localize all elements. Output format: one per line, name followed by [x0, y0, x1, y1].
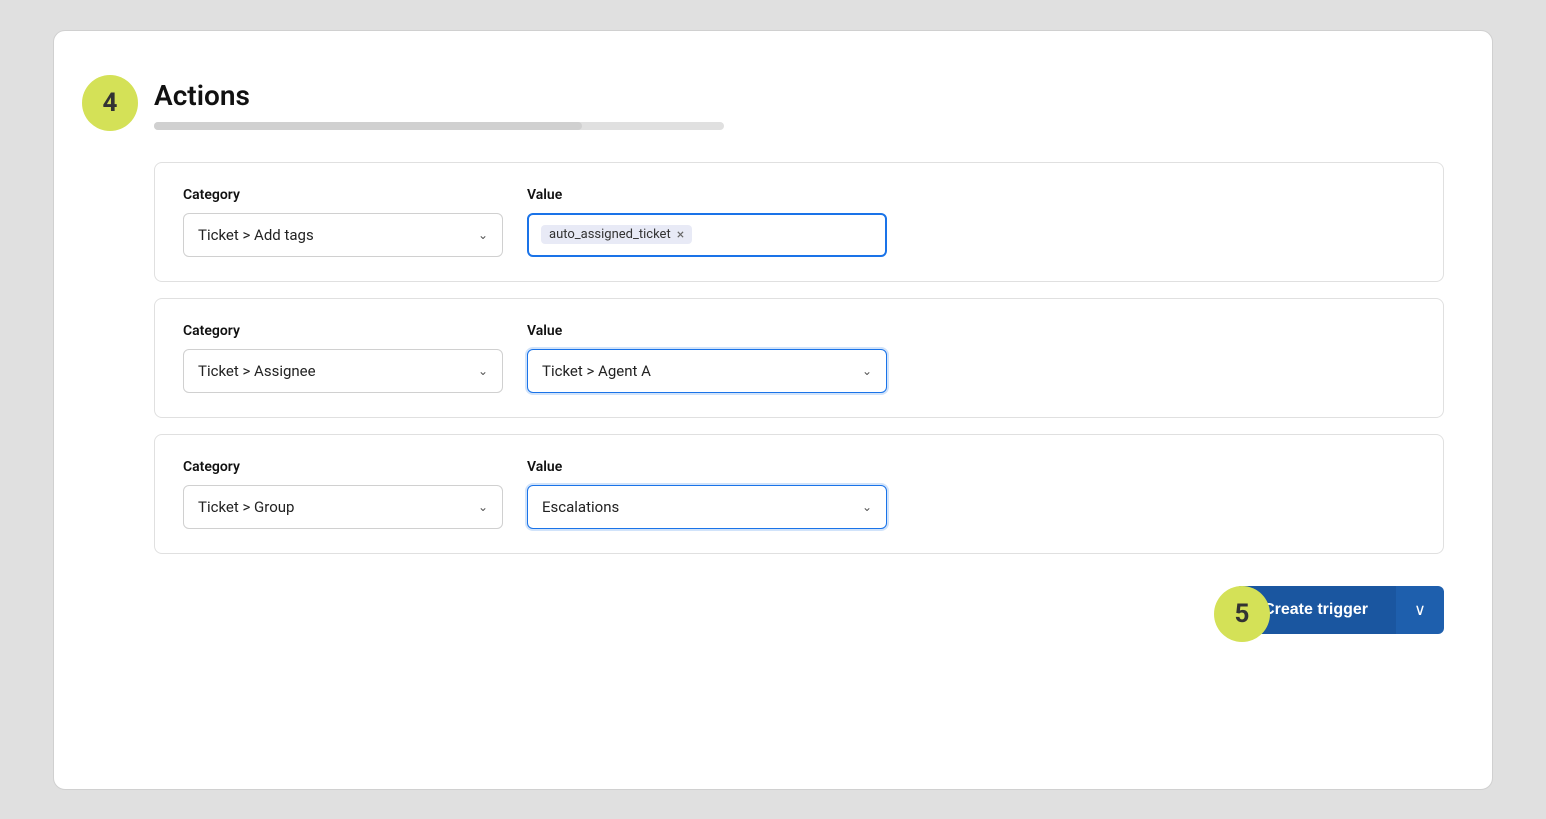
create-trigger-dropdown-button[interactable]: ∨ [1396, 586, 1444, 634]
step-5-badge: 5 [1214, 586, 1270, 642]
chevron-down-icon: ⌄ [862, 500, 872, 514]
progress-bar [154, 122, 724, 130]
tag-input-1[interactable]: auto_assigned_ticket × [527, 213, 887, 257]
category-label-3: Category [183, 459, 503, 475]
page-title: Actions [154, 79, 1444, 112]
category-group-2: Category Ticket > Assignee ⌄ [183, 323, 503, 393]
category-dropdown-2[interactable]: Ticket > Assignee ⌄ [183, 349, 503, 393]
footer: 5 Create trigger ∨ [154, 586, 1444, 634]
value-group-3: Value Escalations ⌄ [527, 459, 887, 529]
chevron-down-icon: ⌄ [478, 500, 488, 514]
category-label-2: Category [183, 323, 503, 339]
value-label-3: Value [527, 459, 887, 475]
category-group-3: Category Ticket > Group ⌄ [183, 459, 503, 529]
value-dropdown-2[interactable]: Ticket > Agent A ⌄ [527, 349, 887, 393]
step-4-badge: 4 [82, 75, 138, 131]
value-group-1: Value auto_assigned_ticket × [527, 187, 887, 257]
value-group-2: Value Ticket > Agent A ⌄ [527, 323, 887, 393]
tag-text: auto_assigned_ticket [549, 227, 671, 242]
main-card: 4 Actions Category Ticket > Add tags ⌄ V… [53, 30, 1493, 790]
action-row-2: Category Ticket > Assignee ⌄ Value Ticke… [154, 298, 1444, 418]
action-row-1: Category Ticket > Add tags ⌄ Value auto_… [154, 162, 1444, 282]
chevron-down-icon: ⌄ [478, 228, 488, 242]
chevron-down-icon: ∨ [1414, 600, 1426, 620]
category-label-1: Category [183, 187, 503, 203]
value-label-2: Value [527, 323, 887, 339]
progress-bar-fill [154, 122, 582, 130]
chevron-down-icon: ⌄ [478, 364, 488, 378]
tag-chip: auto_assigned_ticket × [541, 225, 692, 244]
value-label-1: Value [527, 187, 887, 203]
category-dropdown-3[interactable]: Ticket > Group ⌄ [183, 485, 503, 529]
value-dropdown-3[interactable]: Escalations ⌄ [527, 485, 887, 529]
category-group-1: Category Ticket > Add tags ⌄ [183, 187, 503, 257]
action-row-3: Category Ticket > Group ⌄ Value Escalati… [154, 434, 1444, 554]
tag-remove-icon[interactable]: × [677, 228, 684, 242]
category-dropdown-1[interactable]: Ticket > Add tags ⌄ [183, 213, 503, 257]
chevron-down-icon: ⌄ [862, 364, 872, 378]
